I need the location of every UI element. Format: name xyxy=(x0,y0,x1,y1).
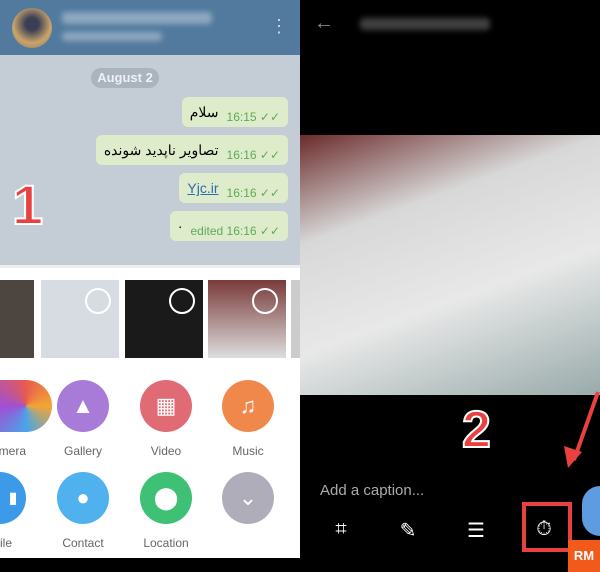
attach-label: Camera xyxy=(0,444,26,458)
attach-gallery[interactable]: ▲ Gallery xyxy=(38,380,128,458)
select-circle[interactable] xyxy=(252,288,278,314)
attach-label: Gallery xyxy=(63,444,102,458)
message-bubble[interactable]: Yjc.ir 16:16 ✓✓ xyxy=(179,173,288,203)
telegram-chat-panel: ⋮ August 2 سلام 16:15 ✓✓ تصاویر ناپدید شو… xyxy=(0,0,300,572)
message-link[interactable]: Yjc.ir xyxy=(187,180,218,196)
more-menu-icon[interactable]: ⋮ xyxy=(270,16,288,37)
attach-label: File xyxy=(0,536,12,550)
camera-thumbnail[interactable] xyxy=(0,280,34,358)
attach-more[interactable]: ⌄ xyxy=(203,472,293,524)
message-time: edited 16:16 ✓✓ xyxy=(190,224,280,238)
attach-file[interactable]: ▮ File xyxy=(0,472,40,550)
message-bubble[interactable]: · edited 16:16 ✓✓ xyxy=(169,211,288,241)
contact-icon: ● xyxy=(57,472,109,524)
date-badge: August 2 xyxy=(91,68,159,88)
adjust-sliders-icon[interactable]: ☰ xyxy=(461,518,491,543)
contact-name-blurred xyxy=(360,18,490,30)
caption-input[interactable]: Add a caption... xyxy=(320,482,424,499)
message-bubble[interactable]: سلام 16:15 ✓✓ xyxy=(181,97,288,127)
attach-label: Video xyxy=(150,444,182,458)
step-number-1: 1 xyxy=(11,172,44,237)
message-text: تصاویر ناپدید شونده xyxy=(103,141,219,158)
attach-label: Location xyxy=(143,536,189,550)
photo-preview xyxy=(300,135,600,395)
video-icon: ▦ xyxy=(140,380,192,432)
photo-thumbnail[interactable] xyxy=(208,280,286,358)
brush-icon[interactable]: ✎ xyxy=(393,518,423,543)
crop-icon[interactable]: ⌗ xyxy=(326,518,356,541)
red-arrow-annotation xyxy=(564,391,600,468)
step-number-2: 2 xyxy=(461,400,492,460)
avatar[interactable] xyxy=(12,8,52,48)
file-icon: ▮ xyxy=(0,472,26,524)
select-circle[interactable] xyxy=(169,288,195,314)
attach-label: Music xyxy=(232,444,264,458)
photo-thumbnail[interactable] xyxy=(125,280,203,358)
message-time: 16:16 ✓✓ xyxy=(226,186,280,200)
send-button[interactable] xyxy=(582,486,600,536)
watermark-logo: RM xyxy=(568,540,600,572)
android-nav-bar xyxy=(0,558,300,572)
attach-label: Contact xyxy=(62,536,104,550)
back-arrow-icon[interactable]: ← xyxy=(314,12,334,35)
photo-thumbnail[interactable] xyxy=(291,280,300,358)
location-pin-icon: ⬤ xyxy=(140,472,192,524)
gallery-icon: ▲ xyxy=(57,380,109,432)
attach-location[interactable]: ⬤ Location xyxy=(121,472,211,550)
attach-camera[interactable]: Camera xyxy=(0,380,52,458)
photo-thumbnail[interactable] xyxy=(41,280,119,358)
select-circle[interactable] xyxy=(85,288,111,314)
attach-music[interactable]: ♫ Music xyxy=(203,380,293,458)
chat-header: ⋮ xyxy=(0,0,300,55)
attach-contact[interactable]: ● Contact xyxy=(38,472,128,550)
headphones-icon: ♫ xyxy=(222,380,274,432)
timer-highlight-box xyxy=(522,502,572,552)
message-text: سلام xyxy=(189,103,219,120)
attach-video[interactable]: ▦ Video xyxy=(121,380,211,458)
message-time: 16:15 ✓✓ xyxy=(226,110,280,124)
chevron-down-icon: ⌄ xyxy=(222,472,274,524)
message-bubble[interactable]: تصاویر ناپدید شونده 16:16 ✓✓ xyxy=(95,135,288,165)
contact-name-blurred xyxy=(62,12,212,24)
message-time: 16:16 ✓✓ xyxy=(226,148,280,162)
message-text: · xyxy=(177,218,183,234)
contact-status-blurred xyxy=(62,32,162,41)
